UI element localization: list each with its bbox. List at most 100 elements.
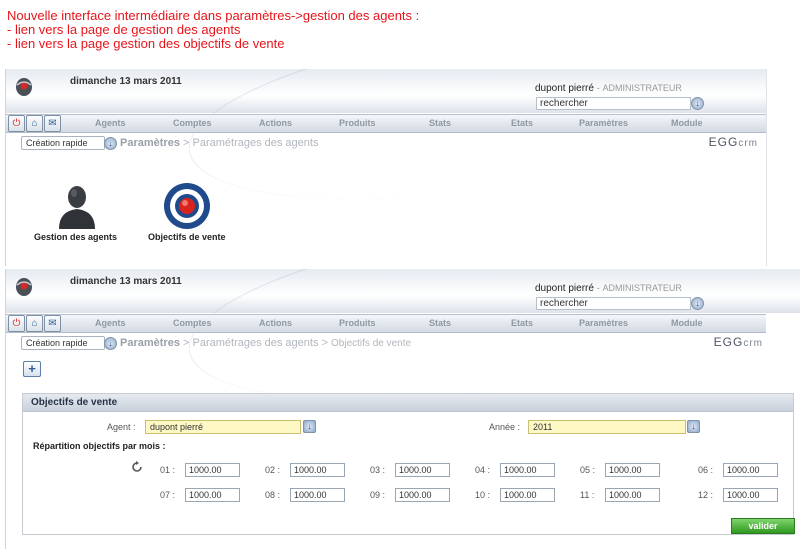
nav-parametres[interactable]: Paramètres bbox=[579, 318, 628, 328]
crumb-root[interactable]: Paramètres bbox=[120, 337, 180, 349]
month-input[interactable]: 1000.00 bbox=[290, 463, 345, 477]
quick-create-dropdown-icon[interactable]: ↓ bbox=[104, 137, 117, 150]
month-input[interactable]: 1000.00 bbox=[500, 488, 555, 502]
crumb-sep: > bbox=[183, 137, 190, 149]
nav-bar: ⏻ ⌂ ✉ Agents Comptes Actions Produits St… bbox=[6, 114, 766, 133]
nav-comptes[interactable]: Comptes bbox=[173, 118, 212, 128]
year-field[interactable]: 2011 bbox=[528, 420, 686, 434]
power-icon[interactable]: ⏻ bbox=[8, 115, 25, 132]
crumb-sub: Objectifs de vente bbox=[331, 338, 412, 349]
month-input[interactable]: 1000.00 bbox=[290, 488, 345, 502]
note-line-2: - lien vers la page gestion des objectif… bbox=[7, 36, 285, 51]
month-label: 10 : bbox=[475, 490, 491, 500]
month-label: 09 : bbox=[370, 490, 386, 500]
search-input[interactable]: rechercher bbox=[536, 97, 691, 110]
tile-objectifs-label[interactable]: Objectifs de vente bbox=[148, 232, 226, 242]
month-label: 01 : bbox=[160, 465, 176, 475]
nav-actions[interactable]: Actions bbox=[259, 118, 292, 128]
nav-module[interactable]: Module bbox=[671, 318, 703, 328]
month-label: 04 : bbox=[475, 465, 491, 475]
user-name[interactable]: dupont pierré bbox=[535, 283, 594, 294]
nav-etats[interactable]: Etats bbox=[511, 118, 533, 128]
month-input[interactable]: 1000.00 bbox=[605, 488, 660, 502]
month-input[interactable]: 1000.00 bbox=[605, 463, 660, 477]
nav-bar: ⏻ ⌂ ✉ Agents Comptes Actions Produits St… bbox=[6, 314, 766, 333]
search-input[interactable]: rechercher bbox=[536, 297, 691, 310]
tile-agents-label[interactable]: Gestion des agents bbox=[34, 232, 117, 242]
agent-icon[interactable] bbox=[56, 183, 98, 229]
nav-actions[interactable]: Actions bbox=[259, 318, 292, 328]
month-label: 06 : bbox=[698, 465, 714, 475]
add-button[interactable]: + bbox=[23, 361, 41, 377]
objectifs-form: Objectifs de vente Agent : dupont pierré… bbox=[22, 393, 794, 535]
month-label: 11 : bbox=[580, 490, 595, 500]
brand-sub: crm bbox=[743, 338, 763, 349]
repartition-label: Répartition objectifs par mois : bbox=[33, 441, 166, 451]
crumb-sep: > bbox=[321, 337, 328, 349]
submit-button[interactable]: valider bbox=[731, 518, 795, 534]
search-dropdown-icon[interactable]: ↓ bbox=[691, 297, 704, 310]
nav-comptes[interactable]: Comptes bbox=[173, 318, 212, 328]
breadcrumb: Paramètres > Paramétrages des agents bbox=[120, 137, 318, 149]
crumb-page: Paramétrages des agents bbox=[192, 137, 319, 149]
brand-logo: EGGcrm bbox=[714, 335, 763, 349]
agent-dropdown-icon[interactable]: ↓ bbox=[303, 420, 316, 433]
month-label: 08 : bbox=[265, 490, 281, 500]
quick-create-dropdown-icon[interactable]: ↓ bbox=[104, 337, 117, 350]
date-label: dimanche 13 mars 2011 bbox=[70, 276, 182, 287]
user-name[interactable]: dupont pierré bbox=[535, 83, 594, 94]
nav-etats[interactable]: Etats bbox=[511, 318, 533, 328]
user-separator: - bbox=[596, 83, 600, 93]
month-label: 02 : bbox=[265, 465, 281, 475]
target-icon[interactable] bbox=[163, 182, 211, 230]
month-label: 05 : bbox=[580, 465, 596, 475]
screen-gestion-agents: dimanche 13 mars 2011 dupont pierré - AD… bbox=[5, 69, 767, 266]
refresh-icon[interactable] bbox=[131, 461, 143, 473]
month-label: 07 : bbox=[160, 490, 176, 500]
power-icon[interactable]: ⏻ bbox=[8, 315, 25, 332]
note-line-1: - lien vers la page de gestion des agent… bbox=[7, 22, 241, 37]
quick-create-select[interactable]: Création rapide bbox=[21, 136, 105, 150]
agent-label: Agent : bbox=[107, 422, 136, 432]
nav-module[interactable]: Module bbox=[671, 118, 703, 128]
user-info: dupont pierré - ADMINISTRATEUR bbox=[535, 283, 682, 294]
home-icon[interactable]: ⌂ bbox=[26, 115, 43, 132]
nav-stats[interactable]: Stats bbox=[429, 118, 451, 128]
user-info: dupont pierré - ADMINISTRATEUR bbox=[535, 83, 682, 94]
nav-produits[interactable]: Produits bbox=[339, 318, 376, 328]
mail-icon[interactable]: ✉ bbox=[44, 115, 61, 132]
nav-agents[interactable]: Agents bbox=[95, 318, 126, 328]
breadcrumb: Paramètres > Paramétrages des agents > O… bbox=[120, 337, 411, 349]
nav-stats[interactable]: Stats bbox=[429, 318, 451, 328]
year-dropdown-icon[interactable]: ↓ bbox=[687, 420, 700, 433]
screen-objectifs-vente: dimanche 13 mars 2011 dupont pierré - AD… bbox=[5, 269, 800, 549]
brand-main: EGG bbox=[713, 335, 744, 349]
crumb-sep: > bbox=[183, 337, 190, 349]
nav-produits[interactable]: Produits bbox=[339, 118, 376, 128]
agent-field[interactable]: dupont pierré bbox=[145, 420, 301, 434]
month-input[interactable]: 1000.00 bbox=[723, 488, 778, 502]
brand-main: EGG bbox=[708, 135, 739, 149]
search-dropdown-icon[interactable]: ↓ bbox=[691, 97, 704, 110]
home-icon[interactable]: ⌂ bbox=[26, 315, 43, 332]
brand-logo: EGGcrm bbox=[709, 135, 758, 149]
quick-create-select[interactable]: Création rapide bbox=[21, 336, 105, 350]
month-input[interactable]: 1000.00 bbox=[395, 463, 450, 477]
user-role: ADMINISTRATEUR bbox=[602, 83, 682, 93]
nav-agents[interactable]: Agents bbox=[95, 118, 126, 128]
month-input[interactable]: 1000.00 bbox=[723, 463, 778, 477]
year-label: Année : bbox=[489, 422, 521, 432]
crumb-root[interactable]: Paramètres bbox=[120, 137, 180, 149]
crumb-page[interactable]: Paramétrages des agents bbox=[193, 337, 319, 349]
logo-icon bbox=[16, 78, 32, 96]
mail-icon[interactable]: ✉ bbox=[44, 315, 61, 332]
nav-parametres[interactable]: Paramètres bbox=[579, 118, 628, 128]
note-title: Nouvelle interface intermédiaire dans pa… bbox=[7, 8, 420, 23]
month-input[interactable]: 1000.00 bbox=[185, 463, 240, 477]
month-label: 12 : bbox=[698, 490, 714, 500]
month-input[interactable]: 1000.00 bbox=[500, 463, 555, 477]
annotation-note: Nouvelle interface intermédiaire dans pa… bbox=[7, 9, 419, 51]
month-input[interactable]: 1000.00 bbox=[395, 488, 450, 502]
month-input[interactable]: 1000.00 bbox=[185, 488, 240, 502]
brand-sub: crm bbox=[738, 138, 758, 149]
